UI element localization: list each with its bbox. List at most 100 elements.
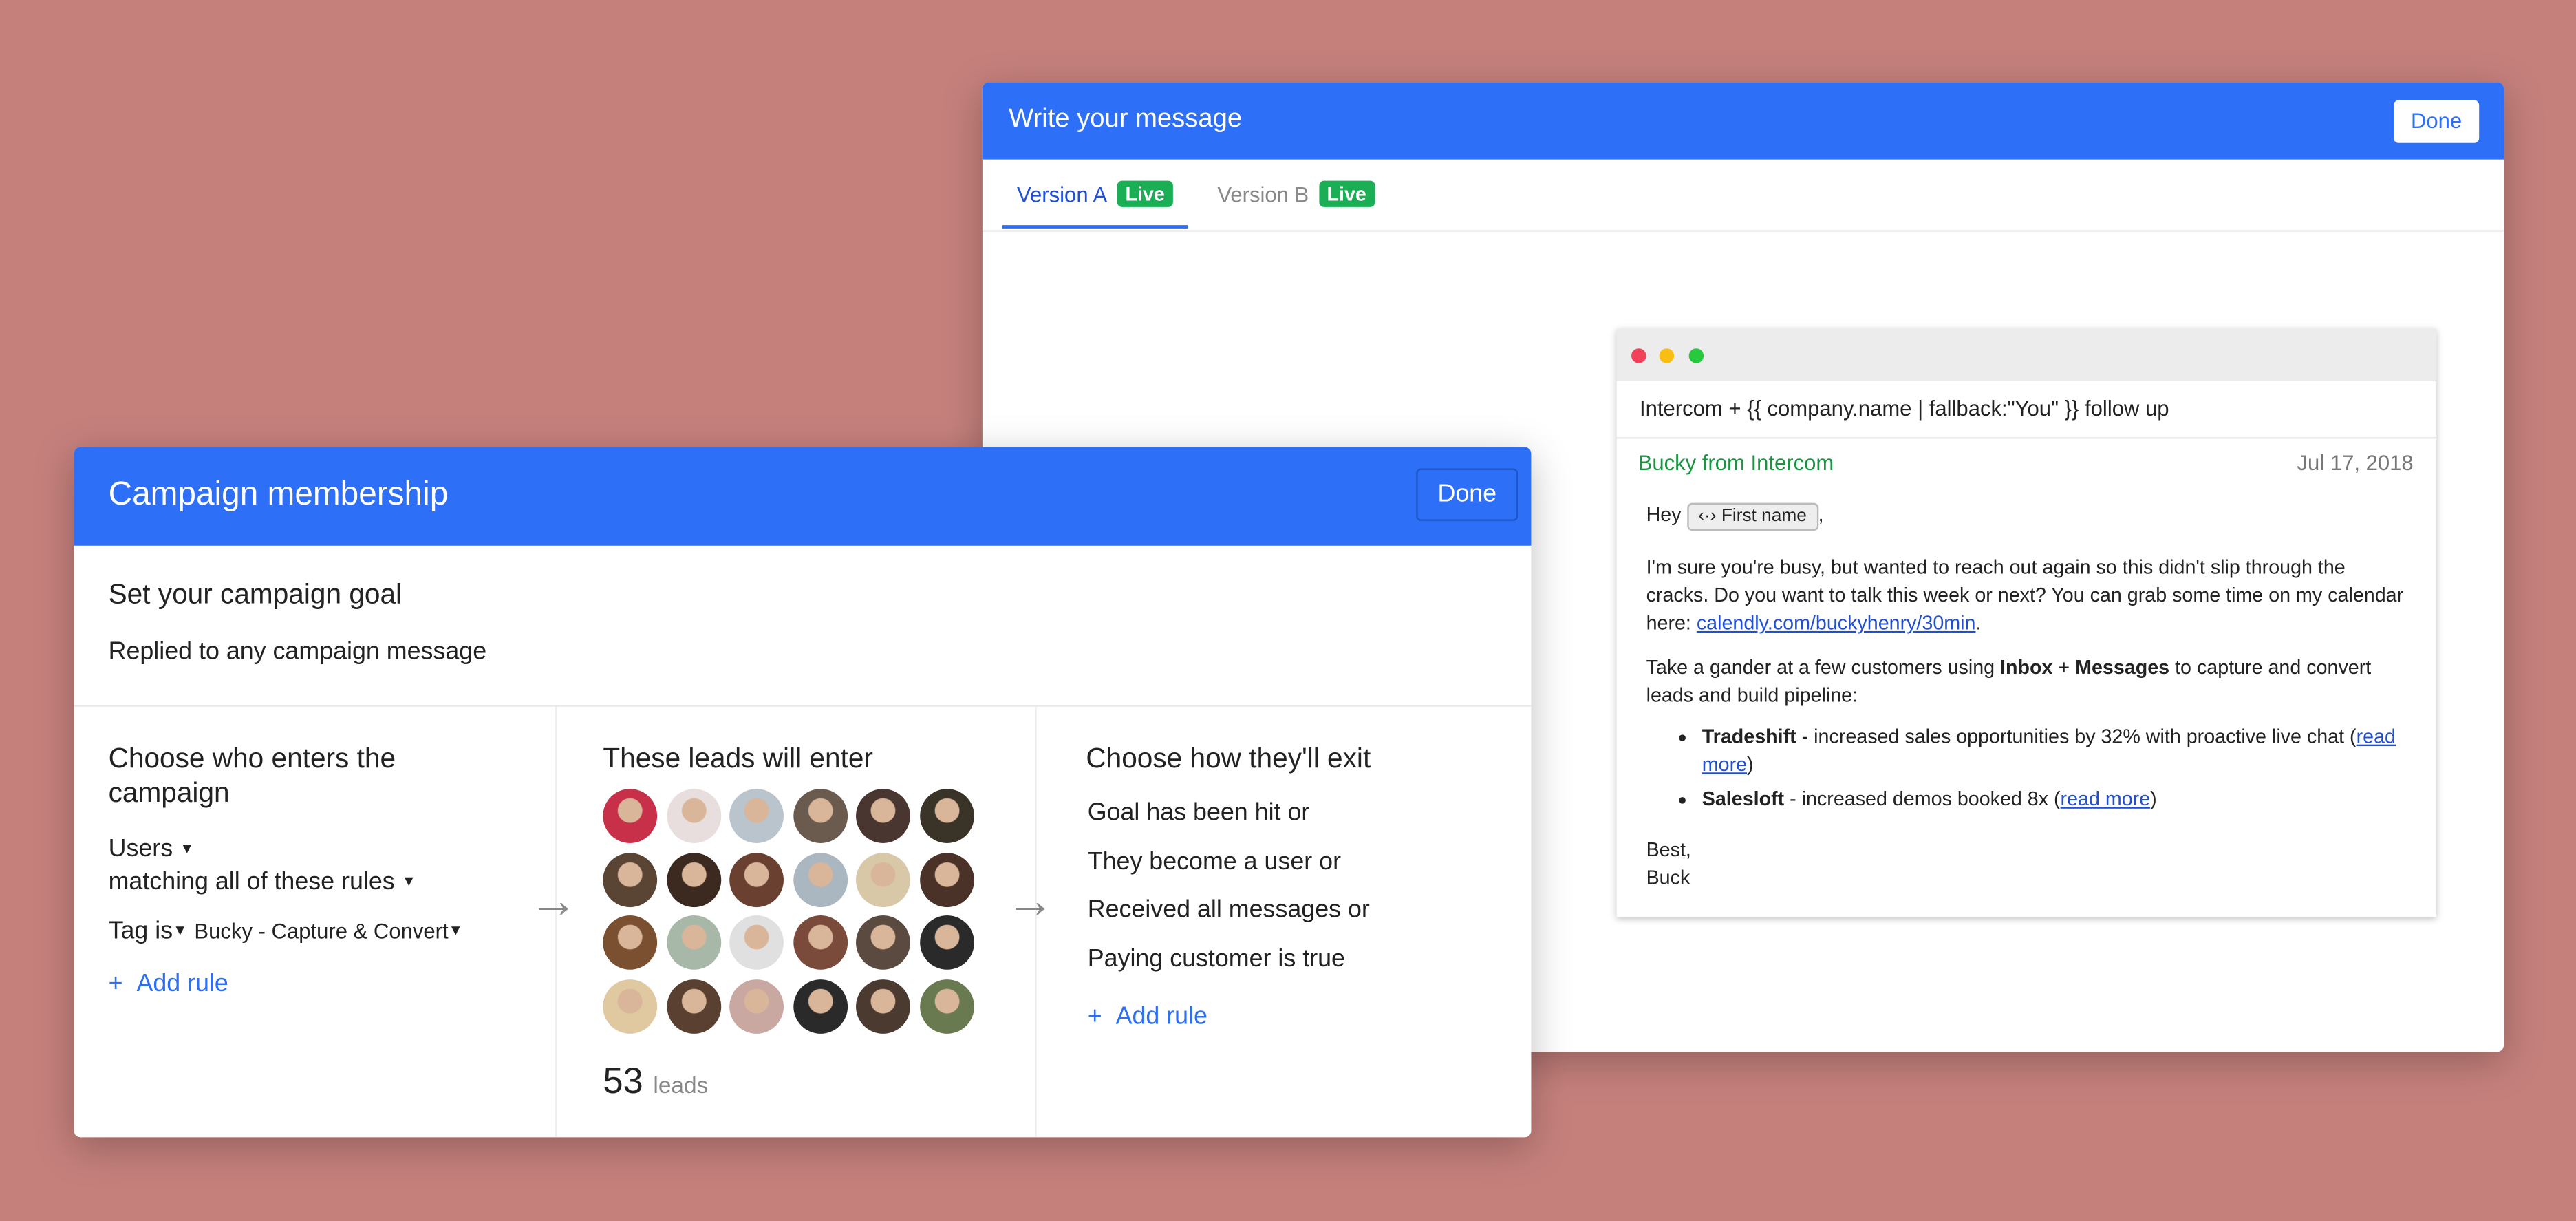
maximize-dot-icon xyxy=(1688,348,1704,363)
lead-avatar[interactable] xyxy=(856,978,910,1033)
lead-avatar[interactable] xyxy=(603,789,658,843)
close-dot-icon xyxy=(1631,348,1646,363)
signoff: Best, xyxy=(1646,838,1691,862)
rule-value-dropdown[interactable]: Bucky - Capture & Convert▼ xyxy=(194,919,463,944)
chip-label: First name xyxy=(1721,506,1807,527)
signature: Buck xyxy=(1646,866,1690,889)
email-subject: Intercom + {{ company.name | fallback:"Y… xyxy=(1616,381,2437,439)
customer-desc: - increased demos booked 8x ( xyxy=(1784,787,2061,811)
done-button[interactable]: Done xyxy=(1416,468,1518,521)
goal-value[interactable]: Replied to any campaign message xyxy=(109,637,487,666)
lead-avatar[interactable] xyxy=(856,915,910,970)
match-dropdown[interactable]: matching all of these rules ▼ xyxy=(109,868,416,896)
list-item: Tradeshift - increased sales opportuniti… xyxy=(1702,723,2407,779)
lead-avatar[interactable] xyxy=(729,852,784,906)
count-unit: leads xyxy=(653,1071,709,1098)
exit-condition[interactable]: Paying customer is true xyxy=(1088,945,1345,973)
rule-attr: Tag is xyxy=(108,917,173,945)
add-rule-button[interactable]: + Add rule xyxy=(109,970,228,998)
active-tab-indicator xyxy=(1002,225,1188,229)
messages-bold: Messages xyxy=(2075,655,2170,679)
exit-condition[interactable]: Received all messages or xyxy=(1088,895,1370,924)
greeting-end: , xyxy=(1818,502,1824,527)
paren: ) xyxy=(1747,752,1754,776)
goal-heading: Set your campaign goal xyxy=(108,578,402,610)
lead-avatar[interactable] xyxy=(793,978,847,1033)
customer-list: Tradeshift - increased sales opportuniti… xyxy=(1646,723,2407,814)
audience-value: Users xyxy=(108,835,173,863)
lead-avatar[interactable] xyxy=(603,915,658,970)
minimize-dot-icon xyxy=(1659,348,1675,363)
audience-dropdown[interactable]: Users ▼ xyxy=(109,835,195,863)
plus: + xyxy=(2052,655,2076,679)
lead-avatar[interactable] xyxy=(919,978,974,1033)
customer-name: Salesloft xyxy=(1702,787,1785,811)
email-sender: Bucky from Intercom xyxy=(1638,450,1834,476)
leads-count: 53 leads xyxy=(603,1060,708,1103)
list-item: Salesloft - increased demos booked 8x (r… xyxy=(1702,785,2407,814)
calendly-link[interactable]: calendly.com/buckyhenry/30min xyxy=(1697,611,1976,634)
exit-condition[interactable]: They become a user or xyxy=(1088,848,1341,876)
lead-avatar[interactable] xyxy=(729,915,784,970)
email-meta: Bucky from Intercom Jul 17, 2018 xyxy=(1617,439,2437,476)
email-date: Jul 17, 2018 xyxy=(2297,450,2414,476)
campaign-membership-window: Campaign membership Done Set your campai… xyxy=(74,447,1532,1138)
lead-avatar[interactable] xyxy=(793,852,847,906)
lead-avatar[interactable] xyxy=(729,789,784,843)
lead-avatar[interactable] xyxy=(729,978,784,1033)
window-header: Write your message Done xyxy=(982,82,2504,160)
lead-avatar[interactable] xyxy=(793,789,847,843)
entry-heading: Choose who enters the campaign xyxy=(108,743,396,809)
exit-rules-column: Choose how they'll exit Goal has been hi… xyxy=(1035,707,1531,1138)
add-rule-button[interactable]: + Add rule xyxy=(1088,1003,1208,1031)
preview-titlebar xyxy=(1616,328,2437,381)
code-arrows-icon: ‹·› xyxy=(1698,506,1717,527)
plus-icon: + xyxy=(1087,1002,1102,1031)
lead-avatar[interactable] xyxy=(666,915,721,970)
exit-condition[interactable]: Goal has been hit or xyxy=(1088,798,1310,827)
read-more-link[interactable]: read more xyxy=(2061,787,2151,810)
lead-avatar[interactable] xyxy=(603,978,658,1033)
customer-name: Tradeshift xyxy=(1702,725,1796,748)
lead-avatar[interactable] xyxy=(919,852,974,906)
email-body: Hey ‹·› First name, I'm sure you're busy… xyxy=(1617,475,2437,909)
tab-version-a[interactable]: Version A Live xyxy=(1017,180,1173,207)
lead-avatar[interactable] xyxy=(666,978,721,1033)
lead-avatar[interactable] xyxy=(919,789,974,843)
count-number: 53 xyxy=(603,1060,643,1101)
inbox-bold: Inbox xyxy=(2000,655,2053,679)
customer-desc: - increased sales opportunities by 32% w… xyxy=(1796,725,2357,748)
add-rule-label: Add rule xyxy=(136,969,228,998)
lead-avatar[interactable] xyxy=(666,852,721,906)
version-tabs: Version A Live Version B Live xyxy=(982,160,2504,232)
para-end: . xyxy=(1975,611,1982,635)
exit-heading: Choose how they'll exit xyxy=(1086,743,1371,774)
paren: ) xyxy=(2150,787,2157,811)
entry-rules-column: Choose who enters the campaign Users ▼ m… xyxy=(74,706,557,1138)
caret-down-icon: ▼ xyxy=(173,922,188,939)
leads-column: These leads will enter 53 leads xyxy=(555,706,1037,1138)
lead-avatar[interactable] xyxy=(793,915,847,970)
greeting: Hey xyxy=(1646,502,1682,527)
live-badge: Live xyxy=(1117,180,1173,207)
lead-avatar[interactable] xyxy=(666,789,721,843)
lead-avatar[interactable] xyxy=(856,852,910,906)
tab-label: Version B xyxy=(1217,181,1309,206)
window-header: Campaign membership Done xyxy=(74,447,1532,546)
lead-avatar[interactable] xyxy=(603,852,658,906)
caret-down-icon: ▼ xyxy=(180,840,195,857)
tab-version-b[interactable]: Version B Live xyxy=(1217,180,1375,207)
campaign-goal-section: Set your campaign goal Replied to any ca… xyxy=(74,546,1532,707)
leads-heading: These leads will enter xyxy=(603,743,873,774)
caret-down-icon: ▼ xyxy=(448,922,463,939)
lead-avatar[interactable] xyxy=(919,915,974,970)
tab-label: Version A xyxy=(1017,181,1108,206)
done-button[interactable]: Done xyxy=(2394,100,2480,143)
lead-avatar[interactable] xyxy=(856,789,910,843)
live-badge: Live xyxy=(1318,180,1375,207)
paragraph-2: Take a gander at a few customers using xyxy=(1646,655,2001,679)
first-name-attribute-chip[interactable]: ‹·› First name xyxy=(1686,502,1818,531)
caret-down-icon: ▼ xyxy=(401,872,416,889)
window-title: Write your message xyxy=(1009,105,1243,134)
rule-attribute-dropdown[interactable]: Tag is▼ xyxy=(109,917,188,945)
